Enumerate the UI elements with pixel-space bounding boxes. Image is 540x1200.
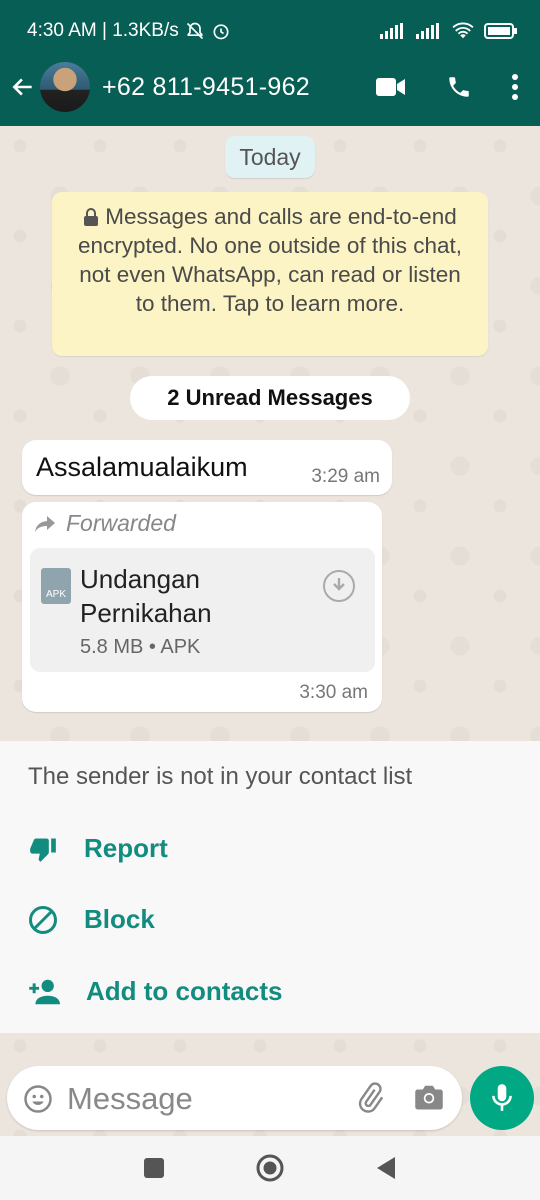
message-text: Assalamualaikum (36, 452, 248, 482)
status-right (380, 22, 518, 40)
lock-icon (84, 208, 99, 226)
report-button[interactable]: Report (28, 833, 168, 864)
report-label: Report (84, 833, 168, 863)
download-icon (333, 578, 345, 591)
block-label: Block (84, 904, 155, 934)
mic-icon (492, 1084, 512, 1111)
encryption-notice[interactable]: Messages and calls are end-to-end encryp… (52, 192, 488, 356)
download-button[interactable] (323, 570, 355, 602)
forwarded-label: Forwarded (66, 510, 176, 536)
unknown-sender-panel: The sender is not in your contact list R… (0, 741, 540, 1033)
contact-avatar[interactable] (40, 62, 90, 112)
message-time: 3:30 am (299, 682, 368, 703)
apk-file-icon: APK (41, 568, 71, 604)
alarm-icon (213, 24, 229, 40)
contact-name[interactable]: +62 811-9451-962 (102, 73, 376, 102)
add-to-contacts-button[interactable]: Add to contacts (28, 976, 282, 1007)
home-icon[interactable] (255, 1153, 285, 1183)
message-composer (7, 1066, 462, 1130)
document-meta: 5.8 MB • APK (80, 636, 201, 658)
chat-header: +62 811-9451-962 (0, 48, 540, 126)
video-call-icon[interactable] (376, 76, 406, 98)
document-name: Undangan Pernikahan (80, 564, 212, 628)
unknown-sender-notice: The sender is not in your contact list (28, 763, 413, 790)
block-icon (29, 905, 57, 934)
add-to-contacts-label: Add to contacts (86, 976, 283, 1006)
date-chip: Today (225, 136, 315, 178)
voice-message-button[interactable] (470, 1066, 534, 1130)
back-nav-icon[interactable] (375, 1156, 397, 1180)
recents-icon[interactable] (143, 1157, 165, 1179)
message-bubble-document[interactable]: Forwarded APK Undangan Pernikahan 5.8 MB… (22, 502, 382, 712)
forward-arrow-icon (35, 515, 55, 532)
arrow-back-icon (12, 78, 32, 96)
message-time: 3:29 am (311, 466, 380, 487)
thumbs-down-icon (30, 838, 56, 862)
camera-icon[interactable] (414, 1083, 444, 1111)
wifi-icon (452, 22, 474, 39)
unread-messages-chip: 2 Unread Messages (130, 376, 410, 420)
document-attachment[interactable]: APK Undangan Pernikahan 5.8 MB • APK (30, 548, 375, 672)
voice-call-icon[interactable] (446, 74, 472, 100)
message-bubble[interactable]: Assalamualaikum 3:29 am (22, 440, 392, 495)
more-options-icon[interactable] (512, 74, 518, 100)
battery-icon (484, 23, 517, 39)
emoji-icon[interactable] (23, 1084, 53, 1114)
add-person-icon (29, 979, 60, 1004)
status-time: 4:30 AM | 1.3KB/s (27, 20, 179, 41)
encryption-text: Messages and calls are end-to-end encryp… (78, 204, 462, 316)
status-left: 4:30 AM | 1.3KB/s (27, 20, 231, 42)
header-actions (376, 74, 518, 100)
message-input[interactable] (65, 1076, 339, 1122)
notification-muted-icon (186, 22, 203, 40)
signal-2-icon (416, 23, 439, 39)
forwarded-indicator: Forwarded (34, 510, 176, 537)
block-button[interactable]: Block (28, 904, 155, 935)
back-button[interactable] (10, 67, 40, 107)
signal-icon (380, 23, 403, 39)
attach-icon[interactable] (354, 1082, 386, 1114)
system-nav-bar (0, 1136, 540, 1200)
